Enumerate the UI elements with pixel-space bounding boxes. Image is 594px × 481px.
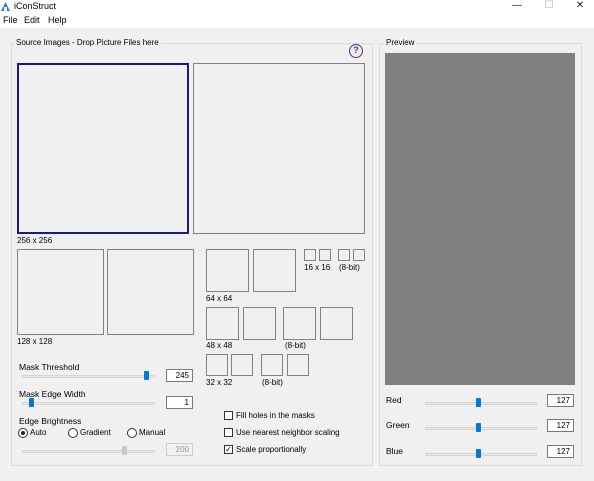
edge-brightness-input[interactable]: 200 <box>166 443 193 456</box>
mask-threshold-input[interactable]: 245 <box>166 369 193 382</box>
radio-auto[interactable] <box>18 428 28 438</box>
icon-slot-256-8bit[interactable] <box>193 63 365 234</box>
mask-edge-width-slider[interactable] <box>29 398 34 407</box>
mask-threshold-track <box>22 375 155 378</box>
red-input[interactable]: 127 <box>547 394 574 407</box>
green-slider[interactable] <box>476 423 481 432</box>
edge-brightness-label: Edge Brightness <box>19 416 82 426</box>
icon-slot-128[interactable] <box>17 249 104 335</box>
radio-gradient-label: Gradient <box>80 428 111 437</box>
preview-canvas <box>385 53 575 385</box>
close-button[interactable]: ✕ <box>566 0 594 13</box>
label-48-8bit: (8-bit) <box>285 341 306 350</box>
mask-edge-width-track <box>22 402 155 405</box>
minimize-button[interactable]: — <box>503 0 531 13</box>
icon-slot-64-8bit[interactable] <box>253 249 296 292</box>
source-images-title: Source Images - Drop Picture Files here <box>14 38 161 47</box>
label-16-8bit: (8-bit) <box>339 263 360 272</box>
maximize-button[interactable]: ☐ <box>535 0 563 13</box>
icon-slot-64[interactable] <box>206 249 249 292</box>
icon-slot-48[interactable] <box>206 307 239 340</box>
scale-proportionally-checkbox[interactable]: ✓ <box>224 445 233 454</box>
icon-slot-32[interactable] <box>206 354 228 376</box>
mask-threshold-label: Mask Threshold <box>19 362 80 372</box>
help-icon[interactable]: ? <box>349 44 363 58</box>
scale-proportionally-label: Scale proportionally <box>236 445 307 454</box>
icon-slot-48-8bit[interactable] <box>283 307 316 340</box>
mask-edge-width-input[interactable]: 1 <box>166 396 193 409</box>
nearest-neighbor-checkbox[interactable] <box>224 428 233 437</box>
mask-threshold-slider[interactable] <box>144 371 149 380</box>
menu-help[interactable]: Help <box>48 15 67 25</box>
app-icon <box>1 2 10 11</box>
label-256: 256 x 256 <box>17 236 53 245</box>
green-label: Green <box>386 420 410 430</box>
red-label: Red <box>386 395 402 405</box>
label-48: 48 x 48 <box>206 341 233 350</box>
icon-slot-32-8bit[interactable] <box>261 354 283 376</box>
icon-slot-48-b[interactable] <box>243 307 276 340</box>
green-input[interactable]: 127 <box>547 419 574 432</box>
nearest-neighbor-label: Use nearest neighbor scaling <box>236 428 340 437</box>
icon-slot-128-8bit[interactable] <box>107 249 194 335</box>
icon-slot-16-8bit[interactable] <box>338 249 350 261</box>
menu-edit[interactable]: Edit <box>24 15 40 25</box>
radio-manual-label: Manual <box>139 428 166 437</box>
blue-input[interactable]: 127 <box>547 445 574 458</box>
icon-slot-16[interactable] <box>304 249 316 261</box>
icon-slot-32-b[interactable] <box>231 354 253 376</box>
radio-gradient[interactable] <box>68 428 78 438</box>
blue-slider[interactable] <box>476 449 481 458</box>
radio-manual[interactable] <box>127 428 137 438</box>
blue-label: Blue <box>386 446 404 456</box>
blue-track <box>425 453 537 456</box>
label-32: 32 x 32 <box>206 378 233 387</box>
icon-slot-256[interactable] <box>17 63 189 234</box>
icon-slot-32-8bit-b[interactable] <box>287 354 309 376</box>
menu-bar <box>0 14 594 28</box>
icon-slot-16-8bit-b[interactable] <box>353 249 365 261</box>
green-track <box>425 427 537 430</box>
fill-holes-label: Fill holes in the masks <box>236 411 315 420</box>
icon-slot-16-b[interactable] <box>319 249 331 261</box>
edge-brightness-slider[interactable] <box>122 446 127 455</box>
icon-slot-48-8bit-b[interactable] <box>320 307 353 340</box>
edge-brightness-track <box>22 450 155 453</box>
red-slider[interactable] <box>476 398 481 407</box>
label-128: 128 x 128 <box>17 337 53 346</box>
preview-title: Preview <box>384 38 417 47</box>
label-32-8bit: (8-bit) <box>262 378 283 387</box>
label-64: 64 x 64 <box>206 294 233 303</box>
red-track <box>425 402 537 405</box>
window-title: iConStruct <box>14 1 57 11</box>
radio-auto-label: Auto <box>30 428 47 437</box>
fill-holes-checkbox[interactable] <box>224 411 233 420</box>
label-16: 16 x 16 <box>304 263 331 272</box>
menu-file[interactable]: File <box>3 15 18 25</box>
